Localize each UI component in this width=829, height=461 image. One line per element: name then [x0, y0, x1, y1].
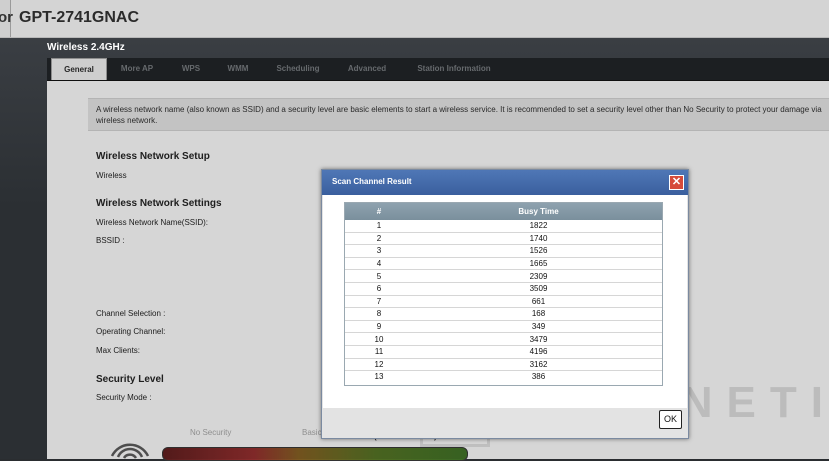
brand-logo-fragment: or — [0, 0, 13, 37]
table-border — [344, 202, 663, 386]
top-header: or GPT-2741GNAC — [0, 0, 829, 38]
scan-channel-dialog: Scan Channel Result ✕ # Busy Time 1 1822 2… — [321, 169, 689, 439]
dialog-titlebar: Scan Channel Result ✕ — [322, 170, 688, 195]
ok-button[interactable]: OK — [659, 410, 682, 429]
close-icon[interactable]: ✕ — [669, 175, 684, 190]
device-model-title: GPT-2741GNAC — [19, 9, 140, 26]
section-title: Wireless 2.4GHz — [47, 42, 125, 53]
dialog-body: # Busy Time 1 1822 2 1740 3 1526 4 1665 5 2309 6 35… — [323, 195, 687, 408]
dialog-title: Scan Channel Result — [332, 177, 412, 186]
